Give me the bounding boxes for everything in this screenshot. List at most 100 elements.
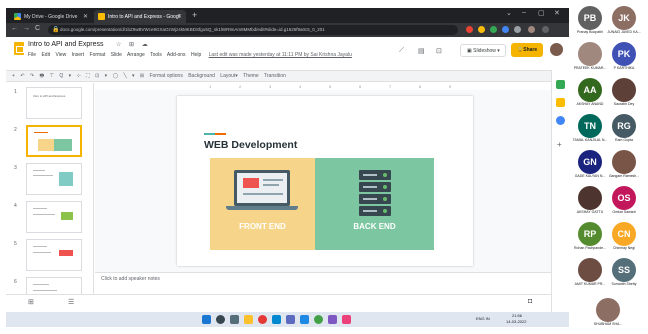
extension-icon[interactable] <box>478 26 485 33</box>
select-icon[interactable]: ⊹ <box>77 73 81 79</box>
file-explorer-icon[interactable] <box>244 315 253 324</box>
tray-language[interactable]: ENG IN <box>476 316 490 321</box>
vscode-icon[interactable] <box>300 315 309 324</box>
participant-tile[interactable]: RG Ram Gupta <box>609 112 639 146</box>
menu-slide[interactable]: Slide <box>111 52 122 58</box>
menu-help[interactable]: Help <box>191 52 201 58</box>
shape-icon[interactable]: ◯ <box>113 73 119 79</box>
maximize-icon[interactable]: ▢ <box>538 9 545 17</box>
last-edit-link[interactable]: Last edit was made yesterday at 11:11 PM… <box>209 52 352 58</box>
line-icon[interactable]: ╲ <box>124 73 127 79</box>
new-slide-icon[interactable]: + <box>12 73 15 79</box>
slideshow-button[interactable]: ▣ Slideshow ▾ <box>460 44 506 57</box>
extension-icon[interactable] <box>490 26 497 33</box>
participant-tile[interactable]: PK P KARTHIKA <box>609 40 639 74</box>
mail-icon[interactable] <box>272 315 281 324</box>
extension-icon[interactable] <box>502 26 509 33</box>
url-field[interactable]: 🔒 docs.google.com/presentation/d/1bZ9wBV… <box>48 25 458 35</box>
menu-insert[interactable]: Insert <box>72 52 85 58</box>
windows-start-icon[interactable] <box>202 315 211 324</box>
slide-thumbnail-5[interactable]: 5 <box>6 239 94 275</box>
reload-icon[interactable]: C <box>35 25 40 32</box>
menu-edit[interactable]: Edit <box>41 52 50 58</box>
extension-icon[interactable] <box>466 26 473 33</box>
participant-tile[interactable]: SS Sumanth Shetty <box>609 256 639 290</box>
participant-tile[interactable]: PB Pranay Boopathi <box>575 4 605 38</box>
edge-icon[interactable] <box>314 315 323 324</box>
current-slide[interactable]: WEB Development FRONT END BACK END <box>177 96 473 266</box>
calendar-icon[interactable] <box>556 116 565 125</box>
participant-tile[interactable]: CN Chinmay Negi <box>609 220 639 254</box>
close-window-icon[interactable]: ✕ <box>554 9 560 17</box>
minimize-icon[interactable]: – <box>522 9 526 16</box>
participant-tile[interactable]: SHUBHAM SHA... <box>593 296 623 330</box>
more-icon[interactable] <box>542 26 549 33</box>
back-end-panel[interactable]: BACK END <box>315 158 434 250</box>
account-avatar[interactable] <box>550 43 563 56</box>
explore-icon[interactable]: ◘ <box>528 298 532 305</box>
slide-heading[interactable]: WEB Development <box>204 139 297 151</box>
participant-tile[interactable]: GN GADE KALYAN N... <box>575 148 605 182</box>
close-tab-icon[interactable]: ✕ <box>177 13 182 20</box>
activity-icon[interactable]: ⟋ <box>399 47 404 55</box>
text-box-icon[interactable]: ⛶ <box>86 73 90 79</box>
tab-search-icon[interactable]: ⌄ <box>506 9 512 17</box>
keep-icon[interactable] <box>556 80 565 89</box>
participant-tile[interactable]: PRATEEK KUMAR... <box>574 40 606 74</box>
tab-google-slides[interactable]: Intro to API and Express - Googl ✕ <box>94 10 186 23</box>
grid-view-icon[interactable]: ⊞ <box>28 298 34 306</box>
participant-tile[interactable]: AMIT KUMAR PR... <box>575 256 605 290</box>
paint-format-icon[interactable]: ⊤ <box>50 73 54 79</box>
google-slides-logo-icon[interactable] <box>14 42 24 55</box>
menu-addons[interactable]: Add-ons <box>167 52 186 58</box>
new-tab-button[interactable]: + <box>192 10 197 20</box>
forward-icon[interactable]: → <box>23 25 30 32</box>
theme-button[interactable]: Theme <box>243 73 259 79</box>
zoom-icon[interactable]: Q <box>59 73 63 79</box>
puzzle-icon[interactable] <box>514 26 521 33</box>
search-icon[interactable] <box>216 315 225 324</box>
comment-icon[interactable]: ⊞ <box>140 73 144 79</box>
image-dropdown-icon[interactable]: ▾ <box>105 73 108 79</box>
teams-icon[interactable] <box>328 315 337 324</box>
back-icon[interactable]: ← <box>11 25 18 32</box>
redo-icon[interactable]: ↷ <box>30 73 34 79</box>
share-button[interactable]: 🔒Share <box>511 43 543 57</box>
speaker-notes[interactable]: Click to add speaker notes <box>95 272 551 294</box>
participant-tile[interactable]: OS Omkar Sawant <box>609 184 639 218</box>
close-tab-icon[interactable]: ✕ <box>83 13 88 20</box>
slide-thumbnail-3[interactable]: 3 <box>6 163 94 199</box>
transition-button[interactable]: Transition <box>264 73 286 79</box>
comments-icon[interactable]: ▤ <box>418 47 425 55</box>
chrome-icon[interactable] <box>258 315 267 324</box>
zoom-dropdown-icon[interactable]: ▾ <box>69 73 72 79</box>
participant-tile[interactable]: Saurabh Dey <box>609 76 639 110</box>
menu-format[interactable]: Format <box>90 52 106 58</box>
undo-icon[interactable]: ↶ <box>20 73 24 79</box>
menu-file[interactable]: File <box>28 52 36 58</box>
menu-arrange[interactable]: Arrange <box>127 52 145 58</box>
layout-button[interactable]: Layout▾ <box>220 73 238 79</box>
image-icon[interactable]: ⊡ <box>95 73 99 79</box>
tray-date[interactable]: 14-03-2022 <box>506 319 526 324</box>
star-move-cloud-icons[interactable]: ☆ ⊞ ☁ <box>116 41 151 48</box>
participant-tile[interactable]: TN TAMAL KANJILAL N... <box>573 112 607 146</box>
front-end-panel[interactable]: FRONT END <box>210 158 315 250</box>
participant-tile[interactable]: JK JUNAID JAVED KA... <box>607 4 641 38</box>
slack-icon[interactable] <box>342 315 351 324</box>
participant-tile[interactable]: AKSHAY GATTU <box>575 184 605 218</box>
filmstrip-view-icon[interactable]: ☰ <box>68 298 74 306</box>
participant-tile[interactable]: Gangam Ramesh... <box>609 148 639 182</box>
store-icon[interactable] <box>286 315 295 324</box>
background-button[interactable]: Background <box>188 73 215 79</box>
menu-tools[interactable]: Tools <box>150 52 162 58</box>
participant-tile[interactable]: RP Rohan Pachpande... <box>574 220 606 254</box>
tab-google-drive[interactable]: My Drive - Google Drive ✕ <box>10 10 92 23</box>
add-addon-icon[interactable]: + <box>557 140 562 149</box>
print-icon[interactable]: 🖶 <box>40 73 45 79</box>
tasks-icon[interactable] <box>556 98 565 107</box>
document-title[interactable]: Intro to API and Express <box>28 41 104 48</box>
menu-view[interactable]: View <box>55 52 66 58</box>
slide-thumbnail-4[interactable]: 4 <box>6 201 94 237</box>
participant-tile[interactable]: AA AKSHAY ANAND <box>575 76 605 110</box>
